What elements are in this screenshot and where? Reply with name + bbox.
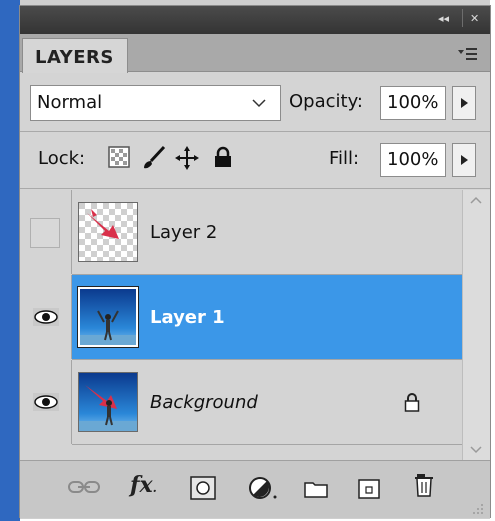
row-divider xyxy=(20,188,490,189)
eye-icon[interactable] xyxy=(33,393,59,411)
panel-title-bar[interactable] xyxy=(20,6,490,34)
link-layers-icon[interactable] xyxy=(68,479,100,499)
layer-row-layer-2[interactable]: Layer 2 xyxy=(20,190,462,274)
add-mask-icon[interactable] xyxy=(190,476,216,504)
row-divider xyxy=(20,131,490,132)
resize-grip-icon[interactable] xyxy=(470,500,484,519)
layer-row-background[interactable]: Background xyxy=(20,360,462,444)
fill-label: Fill: xyxy=(329,148,360,169)
layer-thumbnail xyxy=(78,202,138,262)
opacity-slider-button[interactable] xyxy=(452,86,476,120)
blend-mode-select[interactable]: Normal xyxy=(30,85,281,121)
scroll-up-icon[interactable] xyxy=(470,196,482,204)
play-arrow-icon xyxy=(461,155,468,165)
visibility-toggle-empty[interactable] xyxy=(30,218,60,248)
lock-transparency-icon[interactable] xyxy=(108,146,130,172)
new-layer-icon[interactable] xyxy=(358,477,380,503)
eye-icon[interactable] xyxy=(33,308,59,326)
visibility-cell[interactable] xyxy=(20,360,72,444)
fill-input[interactable]: 100% xyxy=(380,143,446,177)
visibility-cell[interactable] xyxy=(20,275,72,359)
delete-layer-icon[interactable] xyxy=(414,472,434,502)
new-group-icon[interactable] xyxy=(304,480,328,502)
titlebar-divider xyxy=(462,9,463,27)
fill-slider-button[interactable] xyxy=(452,143,476,177)
lock-position-icon[interactable] xyxy=(175,146,199,174)
collapse-icon[interactable]: ◂◂ xyxy=(438,12,449,25)
visibility-cell[interactable] xyxy=(20,190,72,274)
row-divider xyxy=(72,444,462,445)
layer-thumbnail xyxy=(78,372,138,432)
adjustment-layer-icon[interactable] xyxy=(248,476,278,504)
layers-list: Layer 2 Layer 1 Background xyxy=(20,190,462,460)
play-arrow-icon xyxy=(461,98,468,108)
fx-label: fx xyxy=(130,472,153,498)
layer-name[interactable]: Layer 2 xyxy=(150,222,217,243)
layer-row-layer-1[interactable]: Layer 1 xyxy=(20,275,462,359)
layers-scrollbar[interactable] xyxy=(462,190,490,460)
layer-name[interactable]: Background xyxy=(150,392,258,413)
tab-layers[interactable]: LAYERS xyxy=(22,38,128,73)
scroll-down-icon[interactable] xyxy=(470,446,482,454)
layer-thumbnail xyxy=(77,286,139,348)
panel-menu-icon[interactable] xyxy=(458,47,478,65)
chevron-down-icon[interactable] xyxy=(252,95,266,109)
window-edge xyxy=(0,0,20,521)
opacity-label: Opacity: xyxy=(289,91,363,112)
lock-all-icon[interactable] xyxy=(214,146,232,172)
fx-icon[interactable]: fx. xyxy=(130,472,157,498)
layer-name[interactable]: Layer 1 xyxy=(150,307,225,328)
opacity-input[interactable]: 100% xyxy=(380,86,446,120)
close-icon[interactable]: ✕ xyxy=(470,12,479,25)
lock-icon xyxy=(404,393,420,412)
lock-pixels-icon[interactable] xyxy=(140,145,166,175)
lock-label: Lock: xyxy=(38,148,86,169)
